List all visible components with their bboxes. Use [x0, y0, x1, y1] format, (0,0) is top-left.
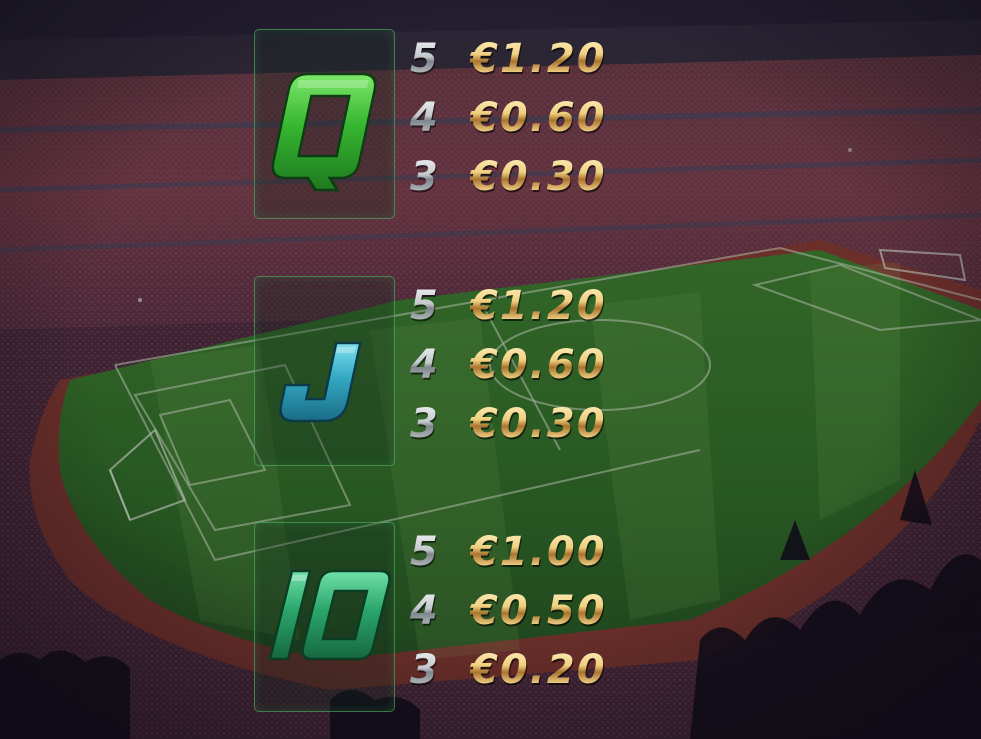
- match-count: 3: [410, 401, 438, 447]
- payout-row: 5 €1.20: [410, 36, 650, 95]
- paytable-screen: 5 €1.20 4 €0.60 3 €0.30 5 €1.20 4 €0.60 …: [0, 0, 981, 739]
- q-symbol-icon: [271, 72, 377, 192]
- payout-row: 3 €0.30: [410, 401, 650, 460]
- payout-amount: €1.20: [470, 283, 607, 329]
- payout-amount: €0.20: [470, 647, 607, 693]
- match-count: 5: [410, 36, 438, 82]
- match-count: 3: [410, 647, 438, 693]
- match-count: 4: [410, 95, 438, 141]
- payout-list-10: 5 €1.00 4 €0.50 3 €0.20: [410, 529, 650, 706]
- symbol-frame-q: [254, 29, 395, 219]
- payout-amount: €0.50: [470, 588, 607, 634]
- match-count: 5: [410, 529, 438, 575]
- payout-amount: €0.60: [470, 342, 607, 388]
- symbol-frame-j: [254, 276, 395, 466]
- payout-row: 5 €1.00: [410, 529, 650, 588]
- payout-amount: €0.30: [470, 401, 607, 447]
- symbol-frame-10: [254, 522, 395, 712]
- payout-list-q: 5 €1.20 4 €0.60 3 €0.30: [410, 36, 650, 213]
- payout-row: 3 €0.30: [410, 154, 650, 213]
- payout-amount: €1.00: [470, 529, 607, 575]
- payout-row: 5 €1.20: [410, 283, 650, 342]
- match-count: 4: [410, 588, 438, 634]
- payout-row: 4 €0.60: [410, 342, 650, 401]
- match-count: 5: [410, 283, 438, 329]
- payout-amount: €0.30: [470, 154, 607, 200]
- payout-list-j: 5 €1.20 4 €0.60 3 €0.30: [410, 283, 650, 460]
- payout-amount: €0.60: [470, 95, 607, 141]
- payout-row: 4 €0.60: [410, 95, 650, 154]
- ten-symbol-icon: [268, 569, 391, 661]
- j-symbol-icon: [279, 341, 362, 423]
- payout-row: 3 €0.20: [410, 647, 650, 706]
- match-count: 4: [410, 342, 438, 388]
- match-count: 3: [410, 154, 438, 200]
- payout-amount: €1.20: [470, 36, 607, 82]
- payout-row: 4 €0.50: [410, 588, 650, 647]
